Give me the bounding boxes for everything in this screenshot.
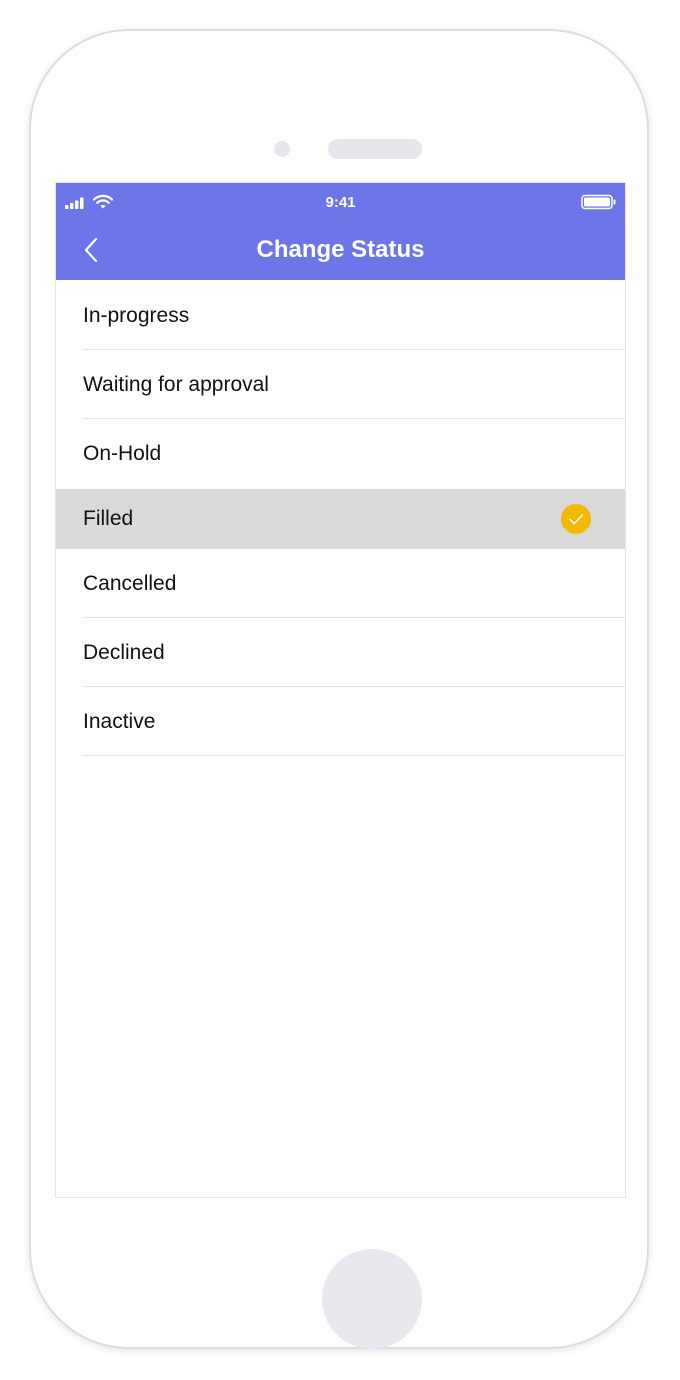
status-option-cancelled[interactable]: Cancelled: [56, 549, 625, 618]
status-option-label: Waiting for approval: [83, 373, 269, 396]
checkmark-selected-icon: [561, 504, 591, 534]
status-option-label: In-progress: [83, 304, 190, 327]
status-option-label: Filled: [83, 507, 134, 530]
status-option-filled[interactable]: Filled: [56, 489, 625, 549]
home-button[interactable]: [322, 1249, 422, 1349]
status-option-waiting-for-approval[interactable]: Waiting for approval: [56, 350, 625, 419]
status-option-label: Inactive: [83, 710, 156, 733]
front-camera: [274, 141, 290, 157]
status-option-on-hold[interactable]: On-Hold: [56, 419, 625, 488]
row-divider: [83, 755, 625, 756]
status-bar: 9:41: [56, 183, 625, 223]
earpiece-speaker: [328, 139, 422, 159]
status-option-declined[interactable]: Declined: [56, 618, 625, 687]
status-option-label: Cancelled: [83, 572, 177, 595]
navigation-bar: Change Status: [56, 223, 625, 280]
status-option-label: Declined: [83, 641, 165, 664]
page-title: Change Status: [256, 236, 425, 263]
status-option-in-progress[interactable]: In-progress: [56, 280, 625, 350]
status-option-inactive[interactable]: Inactive: [56, 687, 625, 756]
battery-icon: [581, 194, 616, 210]
status-time: 9:41: [325, 194, 356, 211]
status-options-list: In-progress Waiting for approval On-Hold…: [56, 280, 625, 756]
app-screen: 9:41 Change Status In-progress Waiting f…: [55, 182, 626, 1198]
app-header: 9:41 Change Status: [56, 183, 625, 280]
status-option-label: On-Hold: [83, 442, 162, 465]
